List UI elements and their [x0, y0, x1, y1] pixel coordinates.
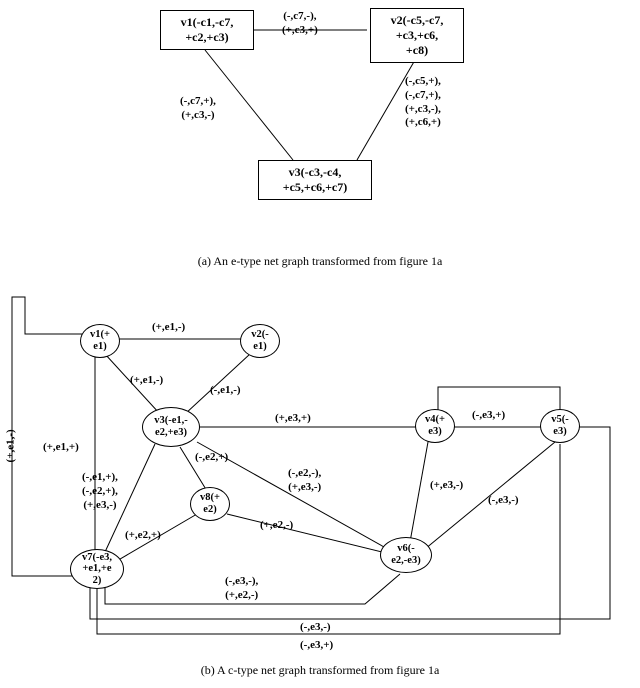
node-v2: v2(- e1) — [240, 324, 280, 358]
lbl-v5-v6: (-,e3,-) — [488, 494, 519, 508]
node-v1: v1(-c1,-c7, +c2,+c3) — [160, 10, 254, 50]
lbl-v1-v2: (+,e1,-) — [152, 321, 185, 335]
node-v6: v6(- e2,-e3) — [380, 537, 432, 573]
panel-a-caption: (a) An e-type net graph transformed from… — [0, 254, 640, 269]
node-v2: v2(-c5,-c7, +c3,+c6, +c8) — [370, 8, 464, 63]
lbl-v3-v8: (-,e2,+) — [195, 451, 228, 465]
panel-b: v1(+ e1) v2(- e1) v3(-e1,- e2,+e3) v4(+ … — [0, 279, 640, 659]
node-v4: v4(+ e3) — [415, 409, 455, 443]
node-v5: v5(- e3) — [540, 409, 580, 443]
lbl-v8-v6: (+,e2,-) — [260, 519, 293, 533]
node-v1: v1(+ e1) — [80, 324, 120, 358]
lbl-v7-v5: (-,e3,-) — [300, 621, 331, 635]
node-v8: v8(+ e2) — [190, 487, 230, 521]
lbl-v2-v3: (-,e1,-) — [210, 384, 241, 398]
lbl-v1-v7: (+,e1,+) — [43, 441, 79, 455]
lbl-v1-v7-outer: (+,e1,-) — [5, 429, 19, 462]
panel-b-caption: (b) A c-type net graph transformed from … — [0, 663, 640, 678]
node-v3: v3(-c3,-c4, +c5,+c6,+c7) — [258, 160, 372, 200]
lbl-v3-v6: (-,e2,-), (+,e3,-) — [288, 467, 321, 495]
node-v7: v7(-e3, +e1,+e 2) — [70, 549, 124, 589]
figure-wrap: v1(-c1,-c7, +c2,+c3) v2(-c5,-c7, +c3,+c6… — [0, 0, 640, 678]
lbl-v3-v4: (+,e3,+) — [275, 412, 311, 426]
edge-v1-v2-label: (-,c7,-), (+,c3,+) — [282, 10, 318, 38]
lbl-v4-v6: (+,e3,-) — [430, 479, 463, 493]
lbl-v4-v5: (-,e3,+) — [472, 409, 505, 423]
panel-a: v1(-c1,-c7, +c2,+c3) v2(-c5,-c7, +c3,+c6… — [0, 0, 640, 250]
lbl-v1-v3: (+,e1,-) — [130, 374, 163, 388]
panel-a-edges — [0, 0, 640, 250]
lbl-v8-v7: (+,e2,+) — [125, 529, 161, 543]
edge-v1-v3-label: (-,c7,+), (+,c3,-) — [180, 95, 216, 123]
node-v3: v3(-e1,- e2,+e3) — [142, 407, 200, 447]
lbl-v3-v7: (-,e1,+), (-,e2,+), (+,e3,-) — [82, 471, 118, 512]
lbl-v7-v6: (-,e3,-), (+,e2,-) — [225, 575, 258, 603]
edge-v2-v3-label: (-,c5,+), (-,c7,+), (+,c3,-), (+,c6,+) — [405, 75, 441, 130]
